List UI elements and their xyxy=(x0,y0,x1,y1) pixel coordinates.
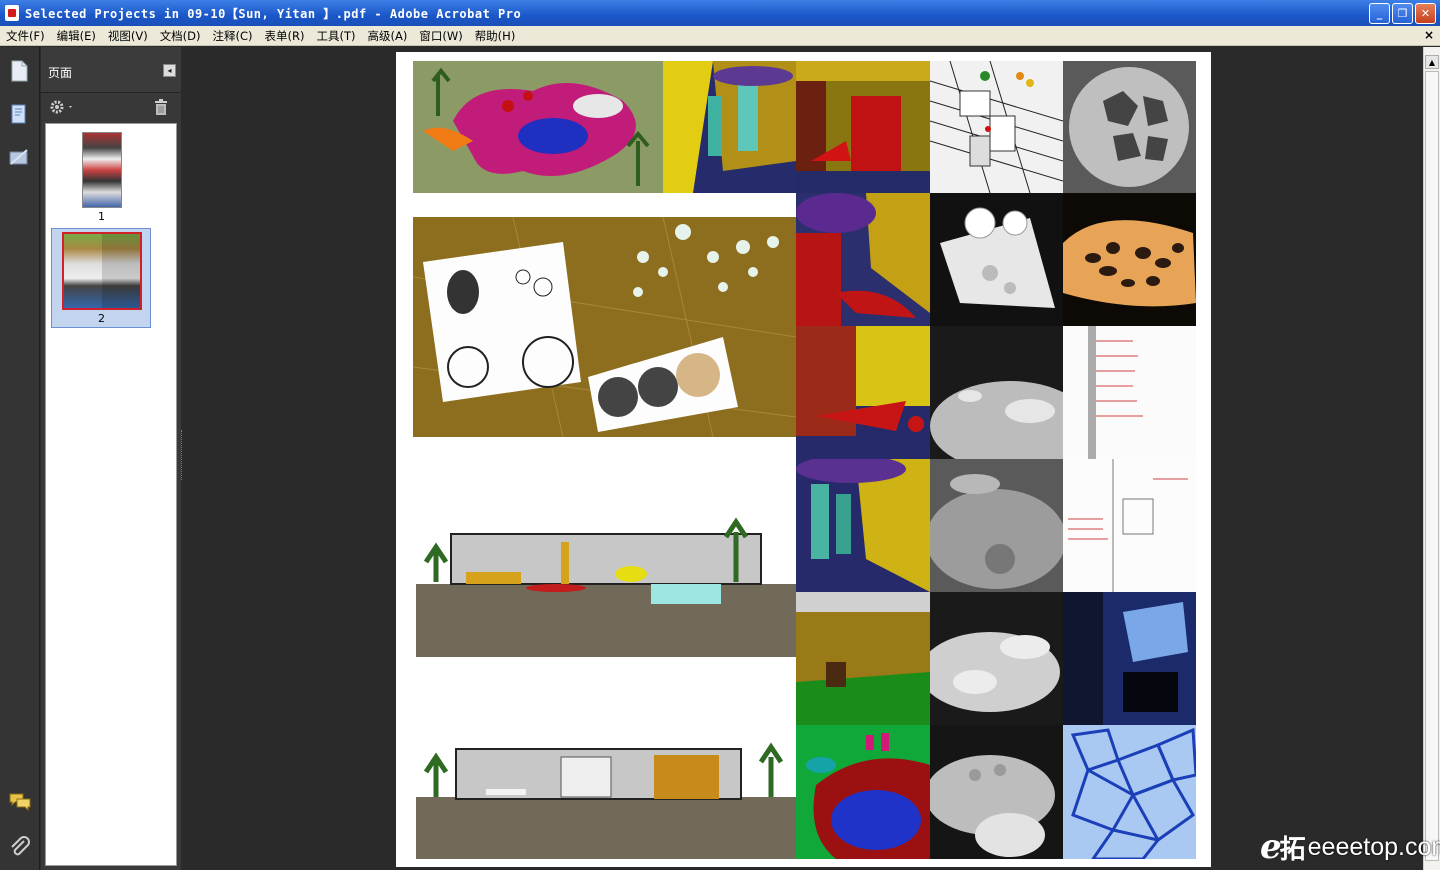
site-plan-drawing-image xyxy=(413,217,796,437)
pages-panel: 页面 ◂ 1 2 xyxy=(41,47,181,870)
vertical-scrollbar[interactable]: ▲ xyxy=(1423,47,1440,870)
render-interior-red-image xyxy=(796,61,930,193)
model-pebble-pattern-image xyxy=(1063,193,1196,326)
menu-file[interactable]: 文件(F) xyxy=(0,28,51,44)
menu-help[interactable]: 帮助(H) xyxy=(469,28,522,44)
blue-voronoi-pattern-image xyxy=(1063,725,1196,859)
render-green-plaza-image xyxy=(796,725,930,859)
model-people-bw-image xyxy=(930,725,1063,859)
options-gear-icon[interactable] xyxy=(49,98,75,120)
model-honeycomb-image xyxy=(1063,61,1196,193)
comments-icon[interactable] xyxy=(8,792,32,816)
pages-panel-header: 页面 ◂ xyxy=(41,47,181,93)
maximize-button[interactable]: ❐ xyxy=(1392,3,1413,24)
model-figures-bw-image xyxy=(930,459,1063,592)
menu-window[interactable]: 窗口(W) xyxy=(413,28,468,44)
menu-document[interactable]: 文档(D) xyxy=(154,28,207,44)
navigation-strip xyxy=(0,47,40,870)
bookmarks-icon[interactable] xyxy=(8,102,30,126)
attachments-icon[interactable] xyxy=(8,835,32,859)
window-controls: _ ❐ ✕ xyxy=(1369,3,1436,24)
document-close-button[interactable]: × xyxy=(1424,28,1434,42)
menu-comments[interactable]: 注释(C) xyxy=(207,28,259,44)
menu-advanced[interactable]: 高级(A) xyxy=(362,28,414,44)
pages-panel-toolbar xyxy=(41,94,181,122)
collapse-panel-button[interactable]: ◂ xyxy=(163,64,176,77)
watermark-site: eeeetop.com xyxy=(1307,833,1440,861)
model-city-bw-image xyxy=(930,61,1063,193)
page-number-2: 2 xyxy=(98,312,105,325)
page-thumbnails: 1 2 xyxy=(45,123,177,866)
menu-edit[interactable]: 编辑(E) xyxy=(51,28,102,44)
delete-page-icon[interactable] xyxy=(153,98,169,120)
model-detail-bw-image xyxy=(930,326,1063,459)
watermark-logo: e xyxy=(1260,827,1282,867)
scroll-up-arrow-icon[interactable]: ▲ xyxy=(1425,55,1439,69)
minimize-button[interactable]: _ xyxy=(1369,3,1390,24)
page-number-1: 1 xyxy=(98,210,105,223)
menu-view[interactable]: 视图(V) xyxy=(102,28,154,44)
scroll-thumb[interactable] xyxy=(1425,71,1439,861)
model-blue-light-image xyxy=(1063,592,1196,725)
render-green-room-image xyxy=(796,592,930,725)
pages-icon[interactable] xyxy=(8,59,30,83)
acrobat-pdf-icon xyxy=(5,5,19,21)
menu-bar: 文件(F) 编辑(E) 视图(V) 文档(D) 注释(C) 表单(R) 工具(T… xyxy=(0,26,1440,46)
watermark-chinese: 拓 xyxy=(1279,834,1306,865)
detail-drawing-red-image xyxy=(1063,459,1196,592)
model-seating-bw-image xyxy=(930,592,1063,725)
signatures-icon[interactable] xyxy=(8,145,30,169)
model-site-white-image xyxy=(930,193,1063,326)
section-drawing-2-image xyxy=(416,727,796,859)
page-thumbnail-2-selected[interactable]: 2 xyxy=(51,228,151,328)
render-columns-yellow-image xyxy=(796,459,930,592)
menu-tools[interactable]: 工具(T) xyxy=(311,28,362,44)
window-title: Selected Projects in 09-10【Sun, Yitan 】.… xyxy=(25,6,522,21)
detail-section-drawing-image xyxy=(1063,326,1196,459)
site-watermark: e 拓 eeeetop.com xyxy=(1260,827,1440,867)
render-interior-yellow-image xyxy=(663,61,796,193)
render-plaza-image xyxy=(413,61,663,193)
page-thumbnail-1[interactable] xyxy=(82,132,122,208)
panel-splitter-handle[interactable] xyxy=(181,430,184,480)
page-thumbnail-2[interactable] xyxy=(62,232,142,310)
menu-forms[interactable]: 表单(R) xyxy=(259,28,311,44)
render-interior-yellow-red-image xyxy=(796,326,930,459)
close-button[interactable]: ✕ xyxy=(1415,3,1436,24)
title-bar: Selected Projects in 09-10【Sun, Yitan 】.… xyxy=(0,0,1440,26)
section-drawing-1-image xyxy=(416,512,796,657)
render-corridor-red-image xyxy=(796,193,930,326)
pages-panel-title: 页面 xyxy=(48,66,73,80)
pdf-page xyxy=(396,52,1211,867)
